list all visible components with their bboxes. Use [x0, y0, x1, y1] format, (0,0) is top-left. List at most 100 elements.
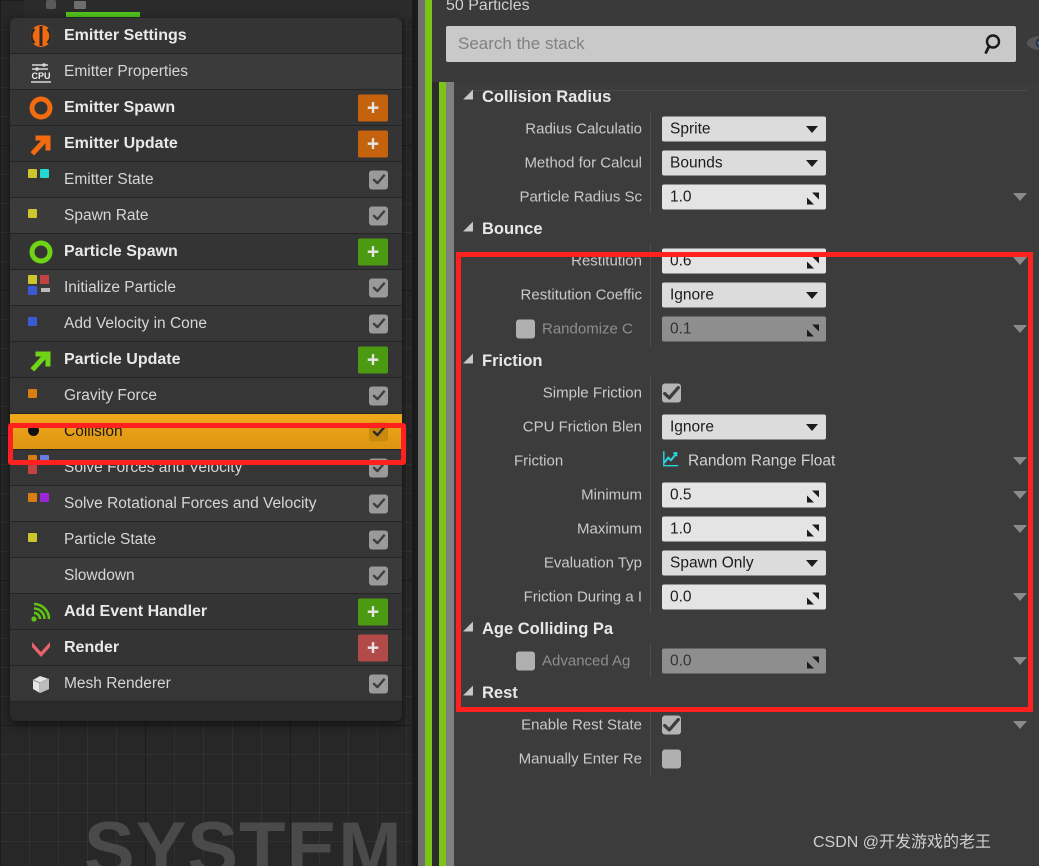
stack-row-mesh-renderer[interactable]: Mesh Renderer	[10, 666, 402, 702]
stack-row-slowdown[interactable]: Slowdown	[10, 558, 402, 594]
stack-row-emitter-spawn[interactable]: Emitter Spawn +	[10, 90, 402, 126]
add-module-button[interactable]: +	[358, 634, 388, 661]
property-reset-caret[interactable]	[1013, 325, 1027, 333]
number-input-particle-radius-sc[interactable]: 1.0	[662, 184, 826, 210]
checkbox-enable-rest-state[interactable]	[662, 715, 681, 735]
property-field[interactable]: Random Range Float	[662, 450, 835, 473]
module-enabled-checkbox[interactable]	[369, 386, 388, 405]
property-field[interactable]: 0.1	[662, 316, 826, 342]
module-enabled-checkbox[interactable]	[369, 170, 388, 189]
property-field[interactable]	[662, 715, 681, 735]
search-icon[interactable]	[984, 33, 1006, 55]
property-checkbox[interactable]	[516, 651, 535, 671]
chevron-down-icon[interactable]	[806, 125, 818, 133]
drag-handle-icon[interactable]	[807, 323, 819, 336]
stack-row-add-event-handler[interactable]: Add Event Handler +	[10, 594, 402, 630]
property-field[interactable]: 0.0	[662, 584, 826, 610]
stack-row-emitter-update[interactable]: Emitter Update +	[10, 126, 402, 162]
expander-icon[interactable]	[463, 353, 478, 369]
panel-divider[interactable]	[418, 0, 425, 866]
emitter-stack-panel[interactable]: Emitter Settings CPU Emitter Properties Emi…	[10, 18, 402, 721]
checkbox-manually-enter-re[interactable]	[662, 749, 681, 769]
number-input-maximum[interactable]: 1.0	[662, 516, 826, 542]
add-module-button[interactable]: +	[358, 130, 388, 157]
details-scroll-area[interactable]: Collision Radius Radius Calculatio Sprite M…	[432, 82, 1039, 866]
stack-row-initialize-particle[interactable]: Initialize Particle	[10, 270, 402, 306]
module-enabled-checkbox[interactable]	[369, 314, 388, 333]
dropdown-radius-calculatio[interactable]: Sprite	[662, 116, 826, 142]
property-row-randomize-c[interactable]: Randomize C 0.1	[454, 312, 1039, 346]
chevron-down-icon[interactable]	[806, 159, 818, 167]
number-input-restitution[interactable]: 0.6	[662, 248, 826, 274]
add-module-button[interactable]: +	[358, 238, 388, 265]
drag-handle-icon[interactable]	[807, 191, 819, 204]
expander-icon[interactable]	[463, 221, 478, 237]
property-field[interactable]	[662, 383, 681, 403]
chevron-down-icon[interactable]	[806, 559, 818, 567]
add-module-button[interactable]: +	[358, 598, 388, 625]
section-header-collision-radius[interactable]: Collision Radius	[454, 82, 1039, 112]
chevron-down-icon[interactable]	[806, 423, 818, 431]
eye-icon[interactable]	[1026, 30, 1039, 56]
stack-row-add-velocity-in-cone[interactable]: Add Velocity in Cone	[10, 306, 402, 342]
stack-row-particle-update[interactable]: Particle Update +	[10, 342, 402, 378]
property-row-radius-calculatio[interactable]: Radius Calculatio Sprite	[454, 112, 1039, 146]
number-input-advanced-ag[interactable]: 0.0	[662, 648, 826, 674]
dropdown-restitution-coeffic[interactable]: Ignore	[662, 282, 826, 308]
property-reset-caret[interactable]	[1013, 721, 1027, 729]
drag-handle-icon[interactable]	[807, 655, 819, 668]
module-enabled-checkbox[interactable]	[369, 458, 388, 477]
section-header-rest[interactable]: Rest	[454, 678, 1039, 708]
chevron-down-icon[interactable]	[806, 291, 818, 299]
search-stack-container[interactable]	[446, 26, 1016, 62]
module-enabled-checkbox[interactable]	[369, 674, 388, 693]
property-field[interactable]: 1.0	[662, 516, 826, 542]
property-row-evaluation-typ[interactable]: Evaluation Typ Spawn Only	[454, 546, 1039, 580]
section-header-friction[interactable]: Friction	[454, 346, 1039, 376]
expander-icon[interactable]	[463, 685, 478, 701]
property-row-particle-radius-sc[interactable]: Particle Radius Sc 1.0	[454, 180, 1039, 214]
module-enabled-checkbox[interactable]	[369, 530, 388, 549]
drag-handle-icon[interactable]	[807, 523, 819, 536]
property-field[interactable]: 0.5	[662, 482, 826, 508]
property-field[interactable]: Ignore	[662, 414, 826, 440]
property-field[interactable]: Spawn Only	[662, 550, 826, 576]
property-field[interactable]: Bounds	[662, 150, 826, 176]
property-row-simple-friction[interactable]: Simple Friction	[454, 376, 1039, 410]
section-header-bounce[interactable]: Bounce	[454, 214, 1039, 244]
section-header-age-colliding-pa[interactable]: Age Colliding Pa	[454, 614, 1039, 644]
add-module-button[interactable]: +	[358, 346, 388, 373]
property-row-manually-enter-re[interactable]: Manually Enter Re	[454, 742, 1039, 776]
property-row-restitution[interactable]: Restitution 0.6	[454, 244, 1039, 278]
dropdown-method-for-calcul[interactable]: Bounds	[662, 150, 826, 176]
property-row-enable-rest-state[interactable]: Enable Rest State	[454, 708, 1039, 742]
property-reset-caret[interactable]	[1013, 257, 1027, 265]
stack-row-particle-spawn[interactable]: Particle Spawn +	[10, 234, 402, 270]
property-reset-caret[interactable]	[1013, 657, 1027, 665]
module-enabled-checkbox[interactable]	[369, 206, 388, 225]
stack-row-emitter-state[interactable]: Emitter State	[10, 162, 402, 198]
property-field[interactable]: 0.6	[662, 248, 826, 274]
property-row-minimum[interactable]: Minimum 0.5	[454, 478, 1039, 512]
property-field[interactable]	[662, 749, 681, 769]
module-enabled-checkbox[interactable]	[369, 566, 388, 585]
checkbox-simple-friction[interactable]	[662, 383, 681, 403]
stack-row-collision[interactable]: Collision	[10, 414, 402, 450]
stack-row-gravity-force[interactable]: Gravity Force	[10, 378, 402, 414]
property-row-advanced-ag[interactable]: Advanced Ag 0.0	[454, 644, 1039, 678]
property-row-friction-during-a-i[interactable]: Friction During a I 0.0	[454, 580, 1039, 614]
property-reset-caret[interactable]	[1013, 525, 1027, 533]
property-field[interactable]: 0.0	[662, 648, 826, 674]
number-input-randomize-c[interactable]: 0.1	[662, 316, 826, 342]
property-row-maximum[interactable]: Maximum 1.0	[454, 512, 1039, 546]
datatype-friction[interactable]: Random Range Float	[662, 450, 835, 473]
drag-handle-icon[interactable]	[807, 591, 819, 604]
stack-row-spawn-rate[interactable]: Spawn Rate	[10, 198, 402, 234]
property-reset-caret[interactable]	[1013, 193, 1027, 201]
property-row-friction[interactable]: Friction Random Range Float	[454, 444, 1039, 478]
stack-row-render[interactable]: Render +	[10, 630, 402, 666]
stack-row-solve-rotational-forces-and-velocity[interactable]: Solve Rotational Forces and Velocity	[10, 486, 402, 522]
expander-icon[interactable]	[463, 621, 478, 637]
property-row-method-for-calcul[interactable]: Method for Calcul Bounds	[454, 146, 1039, 180]
dropdown-evaluation-typ[interactable]: Spawn Only	[662, 550, 826, 576]
